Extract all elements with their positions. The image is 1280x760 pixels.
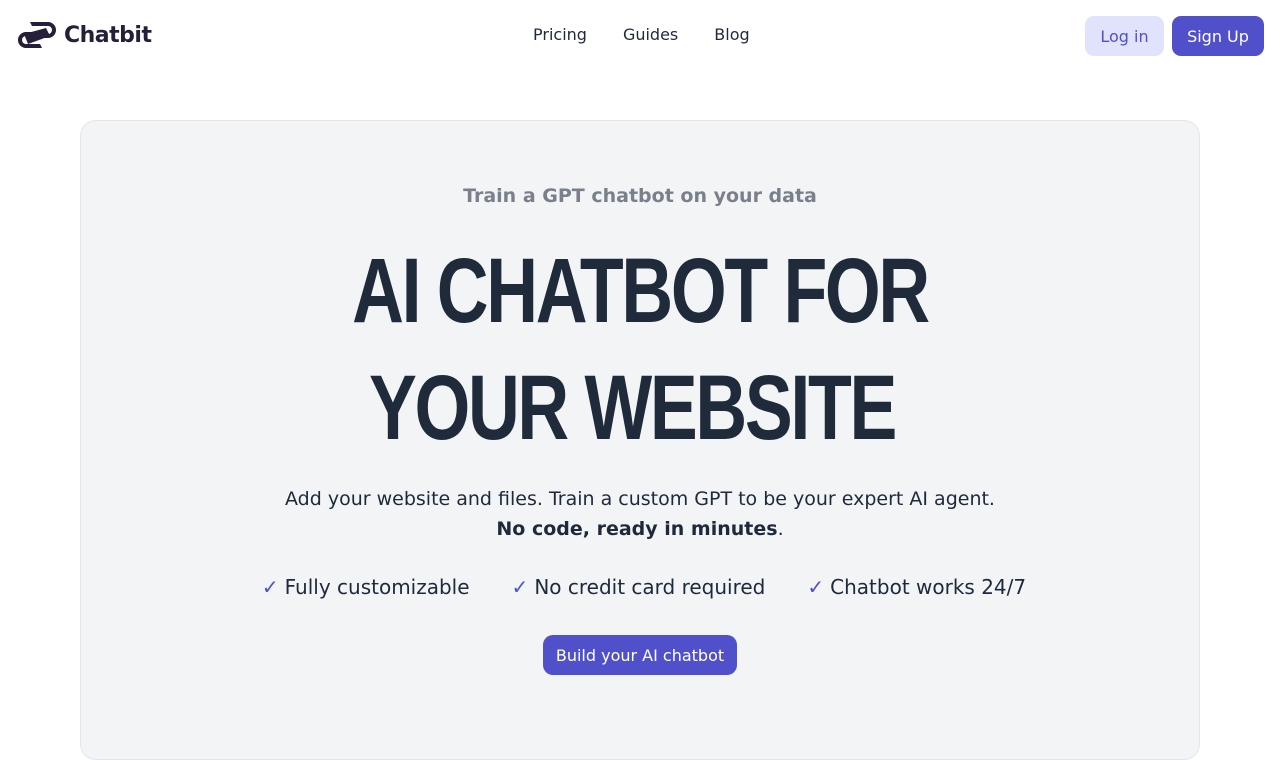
checkmark-icon: ✓	[511, 575, 529, 599]
feature-label: Fully customizable	[284, 575, 470, 599]
hero-description-text: Add your website and files. Train a cust…	[285, 488, 995, 510]
checkmark-icon: ✓	[807, 575, 825, 599]
chatbit-logo-icon	[18, 22, 56, 48]
feature-label: Chatbot works 24/7	[830, 575, 1027, 599]
hero-eyebrow: Train a GPT chatbot on your data	[463, 185, 817, 207]
hero-headline-line2: YOUR WEBSITE	[368, 357, 897, 459]
nav-item-pricing[interactable]: Pricing	[533, 24, 587, 46]
nav-item-guides[interactable]: Guides	[623, 24, 678, 46]
login-button[interactable]: Log in	[1085, 16, 1164, 56]
hero-description-strong: No code, ready in minutes	[496, 518, 778, 540]
hero-description: Add your website and files. Train a cust…	[81, 484, 1199, 544]
signup-button[interactable]: Sign Up	[1172, 16, 1264, 56]
hero-headline-line1: AI CHATBOT FOR	[352, 240, 930, 342]
build-chatbot-button[interactable]: Build your AI chatbot	[543, 635, 737, 675]
brand-logo[interactable]: Chatbit	[16, 20, 152, 50]
feature-label: No credit card required	[534, 575, 766, 599]
main-nav: Pricing Guides Blog	[533, 24, 750, 46]
feature-item: ✓ No credit card required	[512, 575, 766, 599]
feature-item: ✓ Chatbot works 24/7	[807, 575, 1026, 599]
hero-description-tail: .	[777, 518, 784, 540]
nav-item-blog[interactable]: Blog	[714, 24, 749, 46]
feature-item: ✓ Fully customizable	[262, 575, 470, 599]
brand-name: Chatbit	[64, 22, 152, 48]
feature-list: ✓ Fully customizable ✓ No credit card re…	[81, 575, 1199, 599]
hero-card: Train a GPT chatbot on your data AI CHAT…	[80, 120, 1200, 760]
site-header: Chatbit Pricing Guides Blog Log in Sign …	[0, 0, 1280, 72]
hero-description-emphasis: No code, ready in minutes.	[81, 514, 1199, 544]
checkmark-icon: ✓	[261, 575, 279, 599]
